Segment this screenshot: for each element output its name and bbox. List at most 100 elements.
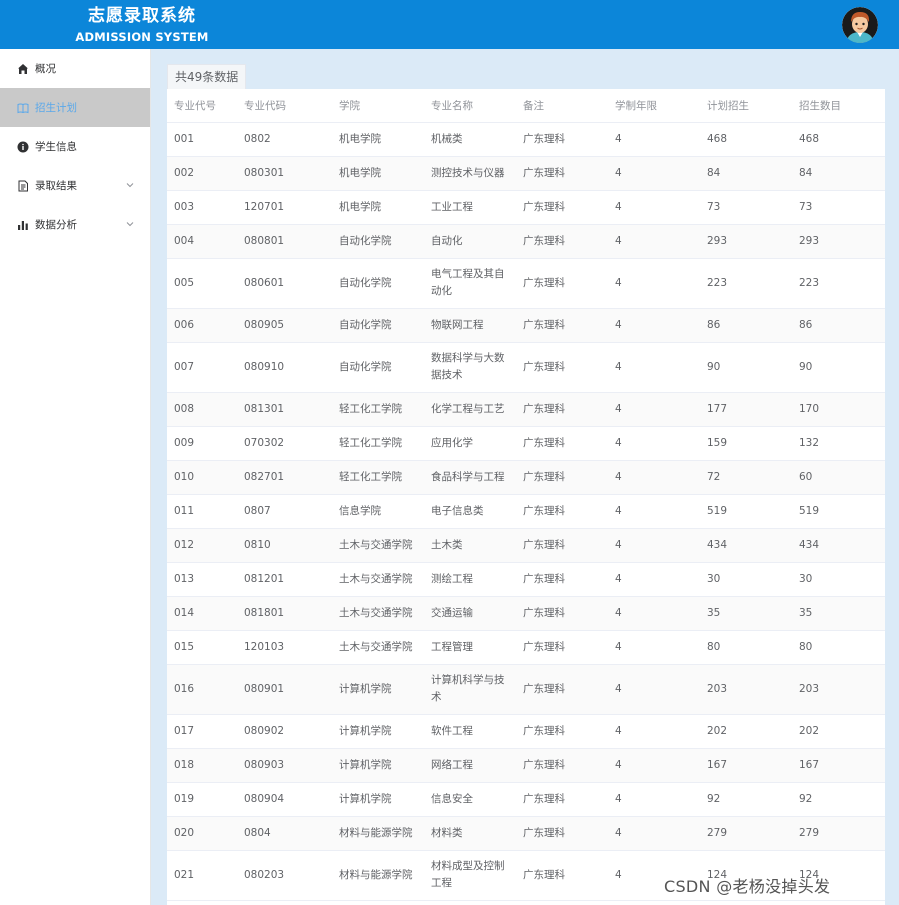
- major-no-cell: 019: [167, 782, 237, 817]
- major-name-cell: 工程管理: [424, 630, 516, 665]
- column-header-duration[interactable]: 学制年限: [608, 89, 700, 123]
- table-row[interactable]: 011 0807 信息学院 电子信息类 广东理科 4 519 519: [167, 494, 885, 529]
- remark-cell: 广东理科: [516, 850, 608, 901]
- planned-cell: 30: [700, 562, 792, 597]
- major-name-cell: 工业工程: [424, 190, 516, 225]
- table-row[interactable]: 004 080801 自动化学院 自动化 广东理科 4 293 293: [167, 224, 885, 259]
- column-header-enrolled[interactable]: 招生数目: [792, 89, 885, 123]
- enrolled-cell: 434: [792, 528, 885, 563]
- major-no-cell: 012: [167, 528, 237, 563]
- major-code-cell: 080904: [237, 782, 332, 817]
- college-cell: 计算机学院: [332, 748, 424, 783]
- table-row[interactable]: 014 081801 土木与交通学院 交通运输 广东理科 4 35 35: [167, 596, 885, 631]
- planned-cell: 159: [700, 426, 792, 461]
- college-cell: 计算机学院: [332, 714, 424, 749]
- enrolled-cell: 202: [792, 714, 885, 749]
- enrolled-cell: 73: [792, 190, 885, 225]
- sidebar-item-label: 招生计划: [35, 102, 77, 114]
- planned-cell: 80: [700, 630, 792, 665]
- sidebar-item-enrollment-plan[interactable]: 招生计划: [0, 88, 150, 127]
- table-row[interactable]: 018 080903 计算机学院 网络工程 广东理科 4 167 167: [167, 748, 885, 783]
- table-row[interactable]: 003 120701 机电学院 工业工程 广东理科 4 73 73: [167, 190, 885, 225]
- sidebar-item-label: 学生信息: [35, 141, 77, 153]
- college-cell: 计算机学院: [332, 782, 424, 817]
- duration-cell: 4: [608, 224, 700, 259]
- table-row[interactable]: 005 080601 自动化学院 电气工程及其自动化 广东理科 4 223 223: [167, 258, 885, 309]
- college-cell: 土木与交通学院: [332, 562, 424, 597]
- planned-cell: 92: [700, 782, 792, 817]
- table-row[interactable]: 001 0802 机电学院 机械类 广东理科 4 468 468: [167, 122, 885, 157]
- enrolled-cell: 90: [792, 342, 885, 393]
- duration-cell: 4: [608, 258, 700, 309]
- college-cell: 土木与交通学院: [332, 528, 424, 563]
- major-code-cell: 0807: [237, 494, 332, 529]
- remark-cell: 广东理科: [516, 426, 608, 461]
- sidebar-item-data-analysis[interactable]: 数据分析: [0, 205, 150, 244]
- enrolled-cell: 84: [792, 156, 885, 191]
- major-name-cell: 材料成型及控制工程: [424, 850, 516, 901]
- college-cell: 机电学院: [332, 190, 424, 225]
- college-cell: 计算机学院: [332, 664, 424, 715]
- table-row[interactable]: 019 080904 计算机学院 信息安全 广东理科 4 92 92: [167, 782, 885, 817]
- major-code-cell: 082701: [237, 460, 332, 495]
- column-header-remark[interactable]: 备注: [516, 89, 608, 123]
- major-no-cell: 007: [167, 342, 237, 393]
- table-row[interactable]: 006 080905 自动化学院 物联网工程 广东理科 4 86 86: [167, 308, 885, 343]
- major-code-cell: 081201: [237, 562, 332, 597]
- planned-cell: 468: [700, 122, 792, 157]
- planned-cell: 293: [700, 224, 792, 259]
- table-row[interactable]: 020 0804 材料与能源学院 材料类 广东理科 4 279 279: [167, 816, 885, 851]
- planned-cell: 167: [700, 748, 792, 783]
- table-row[interactable]: 012 0810 土木与交通学院 土木类 广东理科 4 434 434: [167, 528, 885, 563]
- table-row[interactable]: 007 080910 自动化学院 数据科学与大数据技术 广东理科 4 90 90: [167, 342, 885, 393]
- major-name-cell: 测控技术与仪器: [424, 156, 516, 191]
- table-row[interactable]: 013 081201 土木与交通学院 测绘工程 广东理科 4 30 30: [167, 562, 885, 597]
- chevron-down-icon: [125, 180, 135, 190]
- duration-cell: 4: [608, 714, 700, 749]
- major-name-cell: 网络工程: [424, 748, 516, 783]
- sidebar-item-overview[interactable]: 概况: [0, 49, 150, 88]
- major-code-cell: 080903: [237, 748, 332, 783]
- major-code-cell: 081801: [237, 596, 332, 631]
- home-icon: [17, 63, 29, 75]
- remark-cell: 广东理科: [516, 122, 608, 157]
- major-name-cell: 化学工程与工艺: [424, 392, 516, 427]
- college-cell: 轻工化工学院: [332, 460, 424, 495]
- college-cell: 机电学院: [332, 122, 424, 157]
- major-no-cell: 006: [167, 308, 237, 343]
- table-row[interactable]: 009 070302 轻工化工学院 应用化学 广东理科 4 159 132: [167, 426, 885, 461]
- major-code-cell: 080801: [237, 224, 332, 259]
- sidebar-item-admission-results[interactable]: 录取结果: [0, 166, 150, 205]
- planned-cell: 223: [700, 258, 792, 309]
- table-row[interactable]: 008 081301 轻工化工学院 化学工程与工艺 广东理科 4 177 170: [167, 392, 885, 427]
- remark-cell: 广东理科: [516, 392, 608, 427]
- enrolled-cell: 519: [792, 494, 885, 529]
- major-name-cell: 应用化学: [424, 426, 516, 461]
- sidebar-item-label: 数据分析: [35, 219, 77, 231]
- column-header-major-name[interactable]: 专业名称: [424, 89, 516, 123]
- app-title-cn: 志愿录取系统: [88, 6, 196, 26]
- column-header-major-no[interactable]: 专业代号: [167, 89, 237, 123]
- major-no-cell: 001: [167, 122, 237, 157]
- table-row[interactable]: 010 082701 轻工化工学院 食品科学与工程 广东理科 4 72 60: [167, 460, 885, 495]
- brand-logo[interactable]: 志愿录取系统 ADMISSION SYSTEM: [72, 6, 212, 45]
- duration-cell: 4: [608, 748, 700, 783]
- major-no-cell: 013: [167, 562, 237, 597]
- major-name-cell: 电气工程及其自动化: [424, 258, 516, 309]
- user-avatar[interactable]: [842, 7, 878, 43]
- table-row[interactable]: 002 080301 机电学院 测控技术与仪器 广东理科 4 84 84: [167, 156, 885, 191]
- column-header-college[interactable]: 学院: [332, 89, 424, 123]
- csdn-watermark: CSDN @老杨没掉头发: [664, 877, 831, 896]
- duration-cell: 4: [608, 664, 700, 715]
- table-row[interactable]: 016 080901 计算机学院 计算机科学与技术 广东理科 4 203 203: [167, 664, 885, 715]
- remark-cell: 广东理科: [516, 714, 608, 749]
- remark-cell: 广东理科: [516, 630, 608, 665]
- table-row[interactable]: 015 120103 土木与交通学院 工程管理 广东理科 4 80 80: [167, 630, 885, 665]
- column-header-planned[interactable]: 计划招生: [700, 89, 792, 123]
- column-header-major-code[interactable]: 专业代码: [237, 89, 332, 123]
- remark-cell: 广东理科: [516, 782, 608, 817]
- enrollment-plan-table: 专业代号 专业代码 学院 专业名称 备注 学制年限 计划招生 招生数目 001 0…: [167, 89, 885, 905]
- table-row[interactable]: 017 080902 计算机学院 软件工程 广东理科 4 202 202: [167, 714, 885, 749]
- sidebar-item-student-info[interactable]: 学生信息: [0, 127, 150, 166]
- college-cell: 自动化学院: [332, 258, 424, 309]
